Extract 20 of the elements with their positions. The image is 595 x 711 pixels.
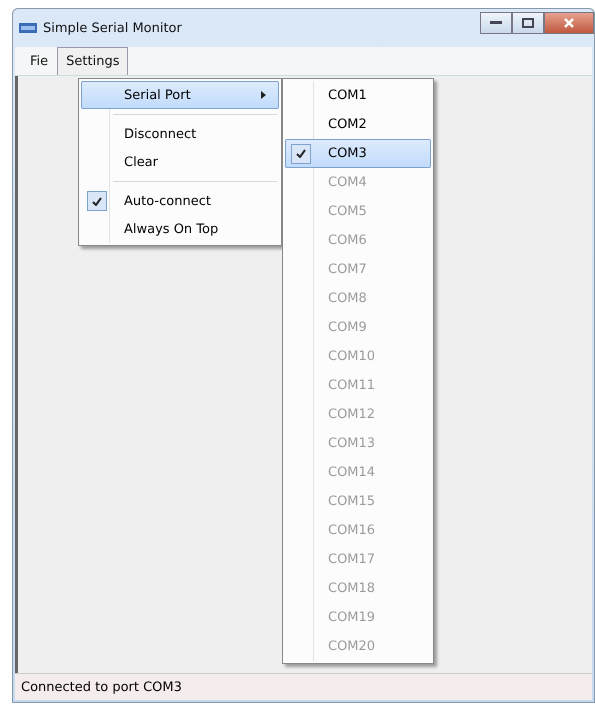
minimize-icon xyxy=(490,21,502,25)
menu-item[interactable]: Clear xyxy=(81,148,279,176)
window-title: Simple Serial Monitor xyxy=(43,20,182,36)
minimize-button[interactable] xyxy=(480,12,512,34)
menu-item[interactable]: Auto-connect xyxy=(81,187,279,215)
close-button[interactable] xyxy=(544,12,594,34)
menu-bar-item[interactable]: Settings xyxy=(57,47,128,75)
menu-item[interactable]: COM2 xyxy=(285,110,431,139)
window-icon xyxy=(19,23,37,33)
menu-bar-item[interactable]: Fie xyxy=(21,47,58,75)
maximize-icon xyxy=(522,18,534,28)
menu-item[interactable]: Disconnect xyxy=(81,120,279,148)
maximize-button[interactable] xyxy=(512,12,544,34)
menu-item[interactable]: COM1 xyxy=(285,81,431,110)
submenu-arrow-icon xyxy=(261,91,266,99)
menu-item[interactable]: COM3 xyxy=(285,139,431,168)
menu-item[interactable]: Serial Port xyxy=(81,81,279,109)
close-icon xyxy=(564,18,574,28)
status-text: Connected to port COM3 xyxy=(21,680,182,694)
menu-item[interactable]: Always On Top xyxy=(81,215,279,243)
